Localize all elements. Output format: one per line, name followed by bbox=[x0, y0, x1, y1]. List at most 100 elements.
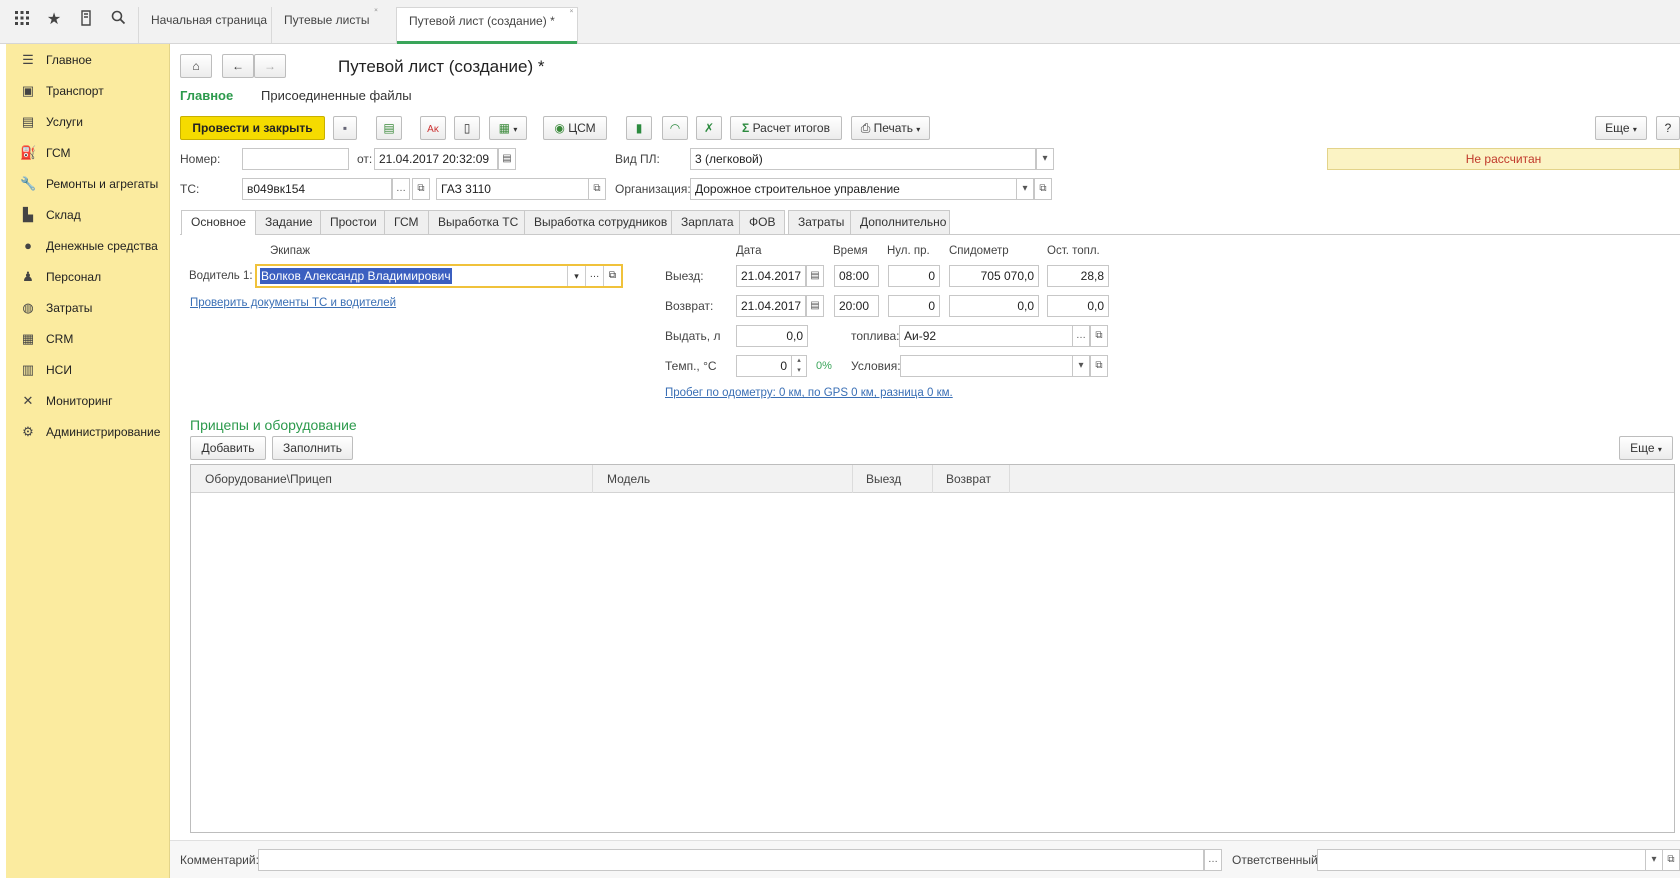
tab-fov[interactable]: ФОВ bbox=[739, 210, 786, 234]
more-button[interactable]: Еще ▾ bbox=[1595, 116, 1647, 140]
tab-main[interactable]: Основное bbox=[181, 210, 256, 235]
depart-date-field[interactable]: 21.04.2017 bbox=[736, 265, 806, 287]
return-speedometer-field[interactable]: 0,0 bbox=[949, 295, 1039, 317]
chevron-down-icon[interactable]: ▾ bbox=[1016, 178, 1034, 200]
select-dots-icon[interactable]: … bbox=[1072, 325, 1090, 347]
comment-field[interactable] bbox=[258, 849, 1204, 871]
column-header-return[interactable]: Возврат bbox=[934, 465, 1010, 493]
tab-salary[interactable]: Зарплата bbox=[671, 210, 744, 234]
star-icon[interactable]: ★ bbox=[44, 10, 64, 30]
sidebar-item-monitoring[interactable]: ✕ Мониторинг bbox=[6, 389, 170, 413]
issue-field[interactable]: 0,0 bbox=[736, 325, 808, 347]
depart-speedometer-field[interactable]: 705 070,0 bbox=[949, 265, 1039, 287]
history-icon[interactable] bbox=[76, 10, 96, 30]
print-form-button[interactable]: ▯ bbox=[454, 116, 480, 140]
sidebar-item-personnel[interactable]: ♟ Персонал bbox=[6, 265, 170, 289]
column-header-depart[interactable]: Выезд bbox=[854, 465, 933, 493]
sidebar-item-expenses[interactable]: ◍ Затраты bbox=[6, 296, 170, 320]
fill-button[interactable]: Заполнить bbox=[272, 436, 353, 460]
sidebar-item-warehouse[interactable]: ▙ Склад bbox=[6, 203, 170, 227]
column-header-model[interactable]: Модель bbox=[595, 465, 853, 493]
calculate-button[interactable]: ✗ bbox=[696, 116, 722, 140]
close-icon[interactable]: ˟ bbox=[570, 8, 573, 18]
phone-button[interactable]: ▮ bbox=[626, 116, 652, 140]
select-dots-icon[interactable]: … bbox=[392, 178, 410, 200]
conditions-field[interactable] bbox=[900, 355, 1074, 377]
open-icon[interactable]: ⧉ bbox=[1034, 178, 1052, 200]
return-zero-field[interactable]: 0 bbox=[888, 295, 940, 317]
tab-ts-output[interactable]: Выработка ТС bbox=[428, 210, 529, 234]
kind-field[interactable]: 3 (легковой) bbox=[690, 148, 1036, 170]
trailers-more-button[interactable]: Еще ▾ bbox=[1619, 436, 1673, 460]
totals-button[interactable]: Σ Расчет итогов bbox=[730, 116, 842, 140]
driver-field[interactable]: Волков Александр Владимирович ▾ … ⧉ bbox=[255, 264, 623, 288]
post-and-close-button[interactable]: Провести и закрыть bbox=[180, 116, 325, 140]
sidebar-item-reference[interactable]: ▥ НСИ bbox=[6, 358, 170, 382]
date-field[interactable]: 21.04.2017 20:32:09 bbox=[374, 148, 498, 170]
sidebar-item-crm[interactable]: ▦ CRM bbox=[6, 327, 170, 351]
tab-additional[interactable]: Дополнительно bbox=[850, 210, 950, 234]
speedometer-button[interactable]: ◠ bbox=[662, 116, 688, 140]
tab-waybill-create[interactable]: Путевой лист (создание) * ˟ bbox=[396, 7, 578, 44]
fuel-type-field[interactable]: Аи-92 bbox=[899, 325, 1073, 347]
sidebar-item-repairs[interactable]: 🔧 Ремонты и агрегаты bbox=[6, 172, 170, 196]
spin-stepper[interactable]: ▴ ▾ bbox=[791, 355, 807, 377]
depart-fuel-field[interactable]: 28,8 bbox=[1047, 265, 1109, 287]
tab-staff-output[interactable]: Выработка сотрудников bbox=[524, 210, 678, 234]
chevron-down-icon[interactable]: ▾ bbox=[1036, 148, 1054, 170]
calendar-icon[interactable]: ▤ bbox=[806, 265, 824, 287]
responsible-field[interactable] bbox=[1317, 849, 1647, 871]
back-button[interactable]: ← bbox=[222, 54, 254, 78]
sidebar-item-fuel[interactable]: ⛽ ГСМ bbox=[6, 141, 170, 165]
post-button[interactable]: ▤ bbox=[376, 116, 402, 140]
movement-report-button[interactable]: Aᴋ bbox=[420, 116, 446, 140]
check-documents-link[interactable]: Проверить документы ТС и водителей bbox=[190, 297, 396, 309]
number-field[interactable] bbox=[242, 148, 349, 170]
trailers-table[interactable] bbox=[190, 464, 1675, 833]
sidebar-item-services[interactable]: ▤ Услуги bbox=[6, 110, 170, 134]
return-fuel-field[interactable]: 0,0 bbox=[1047, 295, 1109, 317]
temperature-field[interactable]: 0 bbox=[736, 355, 792, 377]
create-based-on-button[interactable]: ▦ ▾ bbox=[489, 116, 527, 140]
column-header-equipment[interactable]: Оборудование\Прицеп bbox=[193, 465, 593, 493]
print-button[interactable]: ⎙ Печать ▾ bbox=[851, 116, 930, 140]
tab-downtime[interactable]: Простои bbox=[320, 210, 387, 234]
chevron-down-icon[interactable]: ▾ bbox=[1072, 355, 1090, 377]
open-icon[interactable]: ⧉ bbox=[603, 266, 621, 286]
chevron-down-icon[interactable]: ▾ bbox=[567, 266, 585, 286]
odometer-link[interactable]: Пробег по одометру: 0 км, по GPS 0 км, р… bbox=[665, 387, 953, 399]
add-button[interactable]: Добавить bbox=[190, 436, 266, 460]
open-icon[interactable]: ⧉ bbox=[1090, 325, 1108, 347]
apps-grid-icon[interactable] bbox=[12, 10, 32, 30]
open-icon[interactable]: ⧉ bbox=[412, 178, 430, 200]
chevron-down-icon[interactable]: ▾ bbox=[1645, 849, 1663, 871]
sidebar-item-money[interactable]: ● Денежные средства bbox=[6, 234, 170, 258]
tab-fuel[interactable]: ГСМ bbox=[384, 210, 429, 234]
subnav-files[interactable]: Присоединенные файлы bbox=[261, 86, 412, 106]
calendar-icon[interactable]: ▤ bbox=[806, 295, 824, 317]
return-date-field[interactable]: 21.04.2017 bbox=[736, 295, 806, 317]
sidebar-item-admin[interactable]: ⚙ Администрирование bbox=[6, 420, 170, 444]
ts-field[interactable]: в049вк154 bbox=[242, 178, 392, 200]
tab-expenses[interactable]: Затраты bbox=[788, 210, 855, 234]
open-icon[interactable]: ⧉ bbox=[1090, 355, 1108, 377]
calendar-icon[interactable]: ▤ bbox=[498, 148, 516, 170]
tab-home[interactable]: Начальная страница bbox=[138, 7, 279, 43]
close-icon[interactable]: ˟ bbox=[375, 7, 378, 17]
help-button[interactable]: ? bbox=[1656, 116, 1680, 140]
forward-button[interactable]: → bbox=[254, 54, 286, 78]
save-button[interactable]: ▪ bbox=[333, 116, 357, 140]
csm-button[interactable]: ◉ ЦСМ bbox=[543, 116, 607, 140]
organization-field[interactable]: Дорожное строительное управление bbox=[690, 178, 1018, 200]
return-time-field[interactable]: 20:00 bbox=[834, 295, 879, 317]
search-icon[interactable] bbox=[108, 10, 128, 30]
tab-task[interactable]: Задание bbox=[255, 210, 323, 234]
sidebar-item-main[interactable]: ☰ Главное bbox=[6, 48, 170, 72]
tab-waybills[interactable]: Путевые листы ˟ bbox=[271, 7, 382, 43]
select-dots-icon[interactable]: … bbox=[1204, 849, 1222, 871]
depart-zero-field[interactable]: 0 bbox=[888, 265, 940, 287]
home-button[interactable]: ⌂ bbox=[180, 54, 212, 78]
open-icon[interactable]: ⧉ bbox=[1662, 849, 1680, 871]
open-icon[interactable]: ⧉ bbox=[588, 178, 606, 200]
select-dots-icon[interactable]: … bbox=[585, 266, 603, 286]
